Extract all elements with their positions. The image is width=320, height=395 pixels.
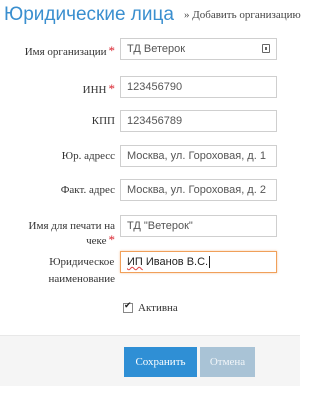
inn-input[interactable]: 123456790 (120, 76, 277, 98)
actual-address-value: Москва, ул. Гороховая, д. 2 (127, 184, 266, 196)
page-title: Юридические лица (4, 4, 174, 25)
active-checkbox[interactable] (123, 301, 133, 314)
legal-address-input[interactable]: Москва, ул. Гороховая, д. 1 (120, 145, 277, 167)
legal-name-value-prefix: ИП (127, 256, 143, 268)
org-name-value: ТД Ветерок (127, 43, 186, 55)
required-asterisk: * (108, 81, 116, 96)
legal-name-value-rest: Иванов В.С. (142, 256, 209, 268)
legal-name-input[interactable]: ИП Иванов В.С. (120, 251, 277, 273)
form-footer: Сохранить Отмена (0, 335, 300, 386)
org-name-label: Имя организации * (24, 43, 116, 58)
legal-address-label: Юр. адресс (61, 150, 115, 162)
legal-name-label-line2: наименование (48, 273, 115, 285)
actual-address-input[interactable]: Москва, ул. Гороховая, д. 2 (120, 179, 277, 201)
kpp-label: КПП (91, 115, 115, 127)
inn-label: ИНН * (82, 81, 116, 96)
org-name-input[interactable]: ТД Ветерок (120, 38, 277, 60)
required-asterisk: * (108, 232, 116, 247)
kpp-input[interactable]: 123456789 (120, 110, 277, 132)
receipt-name-input[interactable]: ТД "Ветерок" (120, 215, 277, 237)
inn-value: 123456790 (127, 81, 183, 93)
legal-address-value: Москва, ул. Гороховая, д. 1 (127, 150, 266, 162)
kpp-value: 123456789 (127, 115, 183, 127)
receipt-name-label: Имя для печати на чеке * (28, 220, 116, 247)
cancel-button[interactable]: Отмена (200, 347, 255, 377)
autofill-icon[interactable] (262, 44, 270, 53)
legal-name-label: Юридическое наименование (49, 254, 115, 288)
receipt-name-value: ТД "Ветерок" (127, 220, 193, 232)
active-label: Активна (138, 302, 178, 314)
legal-name-label-line1: Юридическое (49, 256, 115, 268)
actual-address-label: Факт. адрес (60, 184, 115, 196)
save-button[interactable]: Сохранить (124, 347, 197, 377)
active-checkbox-row[interactable]: Активна (123, 301, 178, 314)
breadcrumb[interactable]: » Добавить организацию (184, 9, 301, 21)
page-header: Юридические лица » Добавить организацию (4, 4, 301, 28)
text-caret (209, 256, 211, 269)
required-asterisk: * (108, 43, 116, 58)
